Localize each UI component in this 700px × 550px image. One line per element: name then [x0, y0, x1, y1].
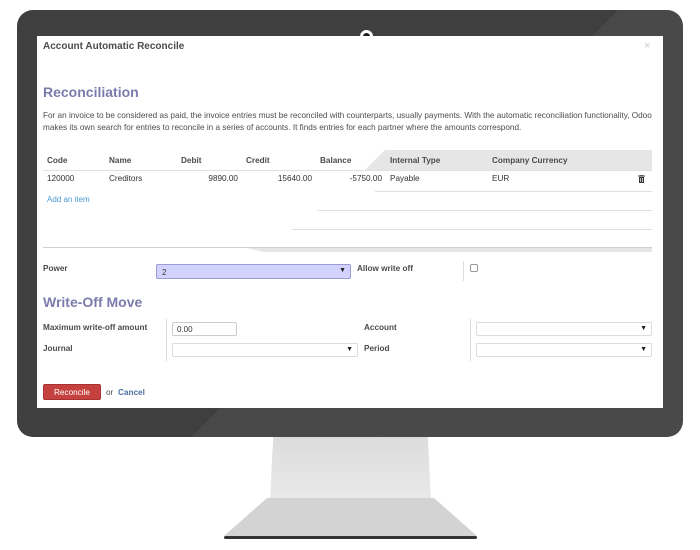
cell-name: Creditors	[109, 174, 143, 183]
close-icon[interactable]: ×	[644, 40, 650, 52]
column-name[interactable]: Name	[109, 156, 131, 165]
cancel-link[interactable]: Cancel	[118, 388, 145, 397]
column-debit[interactable]: Debit	[181, 156, 201, 165]
accounts-table-header: Code Name Debit Credit Balance Internal …	[43, 150, 652, 170]
reconcile-button[interactable]: Reconcile	[43, 384, 101, 400]
reconciliation-heading: Reconciliation	[43, 84, 139, 100]
account-select[interactable]: ▼	[476, 322, 652, 336]
dialog-header: Account Automatic Reconcile ×	[37, 36, 663, 58]
monitor-stand-base	[224, 498, 477, 536]
power-select[interactable]: 2 ▼	[156, 264, 351, 279]
trash-icon[interactable]	[638, 175, 645, 183]
allow-write-off-label: Allow write off	[357, 264, 413, 273]
allow-write-off-checkbox[interactable]	[470, 264, 478, 272]
reconciliation-description: For an invoice to be considered as paid,…	[43, 111, 652, 132]
column-credit[interactable]: Credit	[246, 156, 270, 165]
row-divider	[375, 191, 652, 192]
add-item-link[interactable]: Add an item	[47, 195, 90, 204]
dialog-title: Account Automatic Reconcile	[43, 41, 185, 52]
separator-line	[43, 247, 652, 248]
cell-internal-type: Payable	[390, 174, 420, 183]
field-divider-left	[166, 319, 167, 361]
period-label: Period	[364, 344, 390, 353]
header-divider	[43, 170, 652, 171]
field-divider	[463, 261, 464, 281]
table-line-1	[317, 210, 652, 211]
monitor-stand-neck	[270, 437, 431, 501]
max-write-off-label: Maximum write-off amount	[43, 323, 148, 332]
journal-label: Journal	[43, 344, 73, 353]
monitor-stand-foot	[224, 536, 477, 539]
column-company-currency[interactable]: Company Currency	[492, 156, 568, 165]
cell-code: 120000	[47, 174, 75, 183]
account-label: Account	[364, 323, 397, 332]
chevron-down-icon: ▼	[339, 267, 346, 274]
chevron-down-icon: ▼	[640, 346, 647, 353]
chevron-down-icon: ▼	[640, 325, 647, 332]
cell-balance: -5750.00	[349, 174, 382, 183]
power-label: Power	[43, 264, 68, 273]
cell-credit: 15640.00	[277, 174, 312, 183]
column-internal-type[interactable]: Internal Type	[390, 156, 440, 165]
period-select[interactable]: ▼	[476, 343, 652, 357]
journal-select[interactable]: ▼	[172, 343, 358, 357]
field-divider-right	[470, 319, 471, 361]
max-write-off-input[interactable]	[172, 322, 237, 336]
column-code[interactable]: Code	[47, 156, 67, 165]
power-value: 2	[162, 268, 167, 277]
cell-company-currency: EUR	[492, 174, 510, 183]
column-balance[interactable]: Balance	[320, 156, 351, 165]
write-off-heading: Write-Off Move	[43, 294, 143, 310]
chevron-down-icon: ▼	[346, 346, 353, 353]
cell-debit: 9890.00	[208, 174, 238, 183]
table-line-2	[292, 229, 652, 230]
dialog-window: Account Automatic Reconcile × Reconcilia…	[37, 36, 663, 408]
or-text: or	[106, 388, 114, 397]
